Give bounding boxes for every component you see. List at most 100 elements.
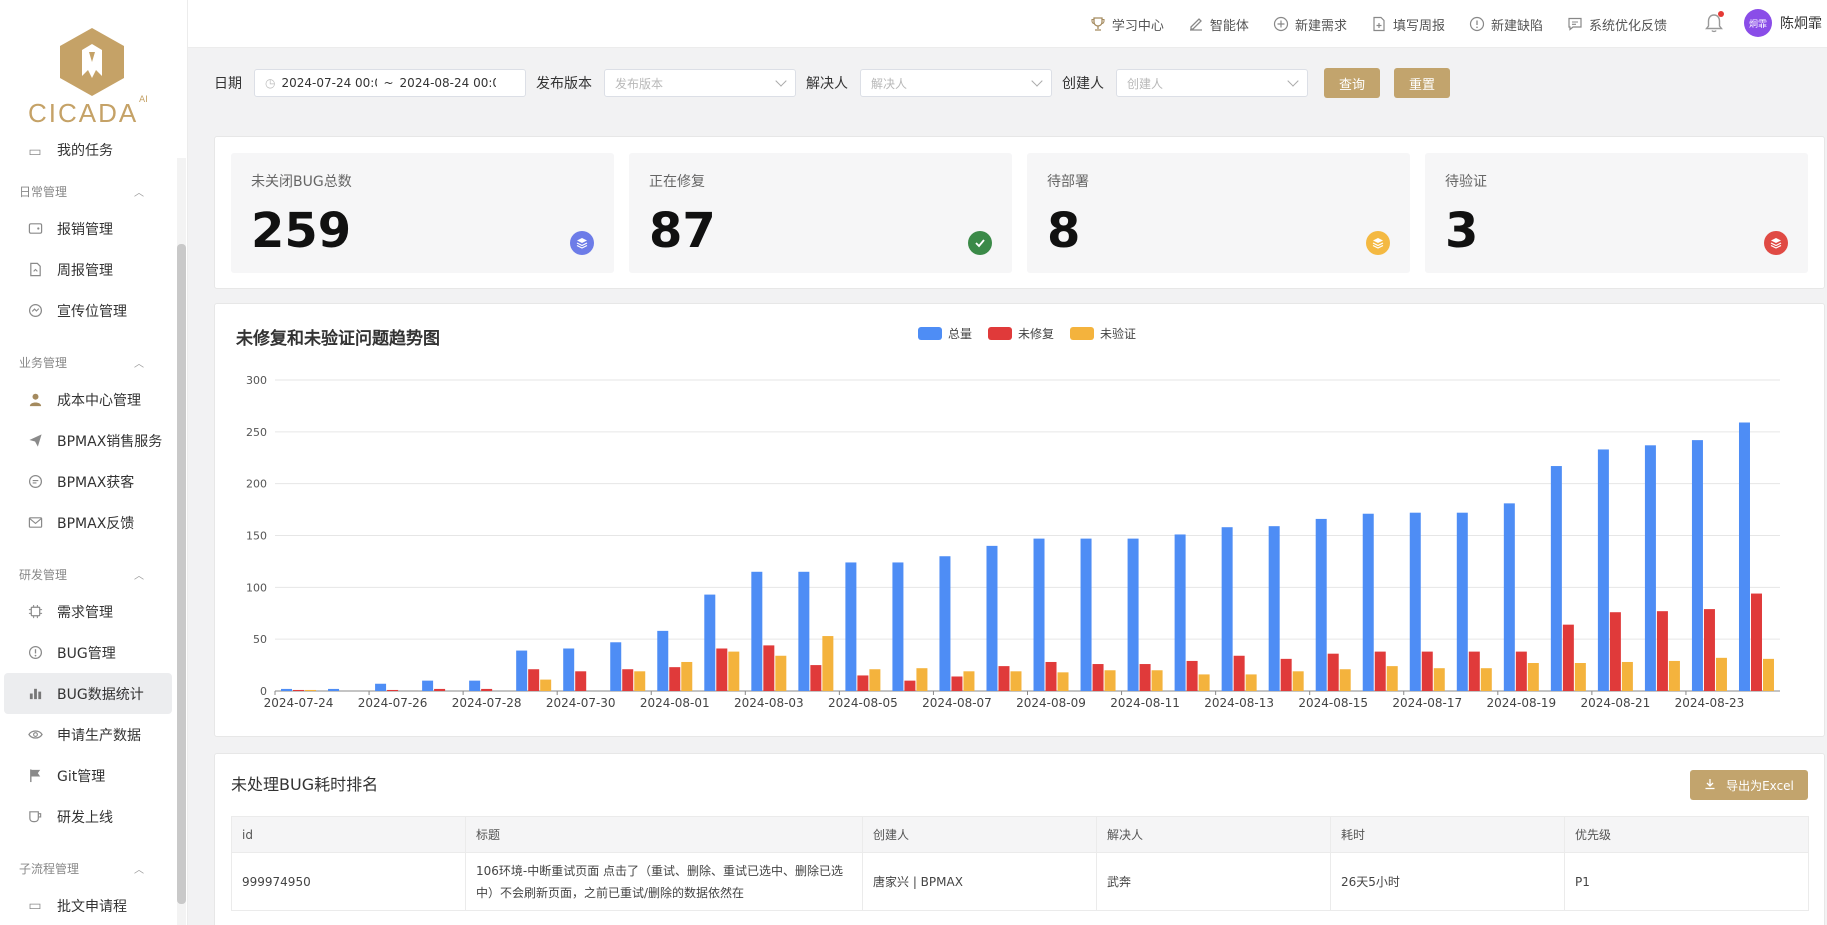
sidebar-item-cost-center[interactable]: 成本中心管理 <box>4 379 172 420</box>
sidebar-item-approval[interactable]: ▭ 批文申请程 <box>4 885 172 925</box>
x-tick-label: 2024-08-19 <box>1486 696 1556 710</box>
nav-fill-weekly-report[interactable]: 填写周报 <box>1371 15 1445 34</box>
layers-icon <box>1366 231 1390 255</box>
menu-group-business[interactable]: 业务管理 ︿ <box>0 345 176 379</box>
sidebar-item-git[interactable]: Git管理 <box>4 755 172 796</box>
bar-total <box>1691 440 1703 691</box>
bar-total <box>1456 512 1468 691</box>
sidebar-item-release[interactable]: 研发上线 <box>4 796 172 837</box>
column-header[interactable]: 耗时 <box>1330 816 1565 853</box>
user-name[interactable]: 陈炯霏 <box>1780 13 1822 33</box>
x-tick-label: 2024-08-03 <box>734 696 804 710</box>
table-row[interactable]: 999974950 106环境-中断重试页面 点击了（重试、删除、重试已选中、删… <box>231 852 1809 911</box>
date-end[interactable]: 2024-08-24 00:00 <box>400 76 496 90</box>
cell-resolver: 武奔 <box>1096 852 1331 911</box>
bar-total <box>610 642 622 691</box>
send-icon <box>27 433 43 449</box>
bar-unfixed <box>1374 651 1386 691</box>
reset-button[interactable]: 重置 <box>1394 68 1450 98</box>
bar-unfixed <box>1139 664 1151 691</box>
menu-group-label: 日常管理 <box>19 184 68 199</box>
sidebar-item-weekly-report[interactable]: 周报管理 <box>4 249 172 290</box>
nav-feedback[interactable]: 系统优化反馈 <box>1567 15 1667 34</box>
flag-icon <box>27 768 43 784</box>
bar-total <box>657 630 669 691</box>
sidebar-item-label: BPMAX获客 <box>57 474 135 491</box>
sidebar-item-requirements[interactable]: 需求管理 <box>4 591 172 632</box>
menu-group-rnd[interactable]: 研发管理 ︿ <box>0 557 176 591</box>
bar-total <box>798 571 810 691</box>
bar-unfixed <box>857 675 869 691</box>
notification-dot <box>1718 11 1724 17</box>
sidebar-item-label: BPMAX反馈 <box>57 515 135 532</box>
bar-unfixed <box>763 645 775 691</box>
bar-unfixed <box>481 688 493 691</box>
legend-item-total[interactable]: 总量 <box>918 325 972 342</box>
bar-total <box>375 683 387 691</box>
sidebar-item-label: BUG管理 <box>57 645 116 662</box>
sidebar-item-bug-statistics[interactable]: BUG数据统计 <box>4 673 172 714</box>
stat-card-to-deploy[interactable]: 待部署 8 <box>1027 153 1410 273</box>
avatar[interactable]: 炯霏 <box>1744 9 1772 37</box>
bar-unverified <box>869 669 881 691</box>
sidebar-item-production-data[interactable]: 申请生产数据 <box>4 714 172 755</box>
x-tick-label: 2024-07-24 <box>264 696 334 710</box>
bar-unfixed <box>1421 651 1433 691</box>
x-tick-label: 2024-08-01 <box>640 696 710 710</box>
nav-agent[interactable]: 智能体 <box>1188 15 1249 34</box>
sidebar-item-label: 需求管理 <box>57 604 113 621</box>
bar-total <box>1315 518 1327 691</box>
version-select[interactable]: 发布版本 <box>604 69 796 97</box>
sidebar-item-bpmax-sales[interactable]: BPMAX销售服务 <box>4 420 172 461</box>
column-header[interactable]: 解决人 <box>1096 816 1331 853</box>
date-start[interactable]: 2024-07-24 00:00 <box>281 76 377 90</box>
stat-card-to-verify[interactable]: 待验证 3 <box>1425 153 1808 273</box>
download-icon <box>1704 778 1716 793</box>
sidebar-item-bpmax-acquisition[interactable]: BPMAX获客 <box>4 461 172 502</box>
resolver-select[interactable]: 解决人 <box>860 69 1052 97</box>
version-placeholder: 发布版本 <box>615 76 664 91</box>
menu-group-daily[interactable]: 日常管理 ︿ <box>0 174 176 208</box>
column-header[interactable]: 创建人 <box>862 816 1097 853</box>
sidebar-item-bpmax-feedback[interactable]: BPMAX反馈 <box>4 502 172 543</box>
sidebar-item-bug-management[interactable]: BUG管理 <box>4 632 172 673</box>
nav-new-defect[interactable]: 新建缺陷 <box>1469 15 1543 34</box>
bar-unfixed <box>1045 661 1057 691</box>
bar-total <box>892 562 904 691</box>
legend-item-unfixed[interactable]: 未修复 <box>988 325 1054 342</box>
sidebar-scrollbar-thumb[interactable] <box>177 244 186 904</box>
sidebar-menu: ▭ 我的任务 日常管理 ︿ 报销管理 周报管理 宣传位管理 业务管理 ︿ 成本中心管… <box>0 140 176 925</box>
date-range-picker[interactable]: ◷ 2024-07-24 00:00 ~ 2024-08-24 00:00 <box>254 69 526 97</box>
stat-card-fixing[interactable]: 正在修复 87 <box>629 153 1012 273</box>
menu-group-subprocess[interactable]: 子流程管理 ︿ <box>0 851 176 885</box>
stat-card-open-bugs[interactable]: 未关闭BUG总数 259 <box>231 153 614 273</box>
sidebar: CICADA AI ▭ 我的任务 日常管理 ︿ 报销管理 周报管理 宣传位管理 业… <box>0 0 188 925</box>
layers-icon <box>570 231 594 255</box>
bar-total <box>986 545 998 691</box>
bar-unverified <box>1433 668 1445 691</box>
column-header[interactable]: 标题 <box>465 816 863 853</box>
bar-total <box>1503 503 1515 691</box>
creator-placeholder: 创建人 <box>1127 76 1164 91</box>
creator-select[interactable]: 创建人 <box>1116 69 1308 97</box>
bar-total <box>328 688 340 691</box>
export-excel-button[interactable]: 导出为Excel <box>1690 770 1808 800</box>
column-header[interactable]: 优先级 <box>1564 816 1809 853</box>
query-button[interactable]: 查询 <box>1324 68 1380 98</box>
chevron-up-icon: ︿ <box>134 187 144 199</box>
logo[interactable]: CICADA AI <box>0 0 187 140</box>
legend-swatch <box>918 327 942 340</box>
sidebar-item-promo[interactable]: 宣传位管理 <box>4 290 172 331</box>
top-nav: 学习中心 智能体 新建需求 填写周报 新建缺陷 系统优化反馈 <box>1090 0 1667 48</box>
sidebar-item-my-tasks[interactable]: ▭ 我的任务 <box>4 140 172 160</box>
legend-label: 未验证 <box>1100 327 1137 341</box>
chevron-down-icon <box>1031 75 1043 87</box>
sidebar-item-reimbursement[interactable]: 报销管理 <box>4 208 172 249</box>
legend-item-unverified[interactable]: 未验证 <box>1070 325 1136 342</box>
legend-swatch <box>1070 327 1095 340</box>
x-tick-label: 2024-08-07 <box>922 696 992 710</box>
nav-new-requirement[interactable]: 新建需求 <box>1273 15 1347 34</box>
column-header[interactable]: id <box>231 816 466 853</box>
nav-learning-center[interactable]: 学习中心 <box>1090 15 1164 34</box>
bar-unverified <box>305 689 317 691</box>
